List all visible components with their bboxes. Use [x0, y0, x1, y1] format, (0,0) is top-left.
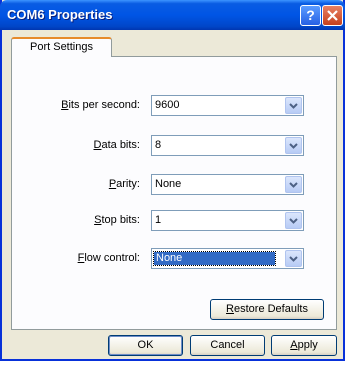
data-bits-label: Data bits:: [93, 139, 140, 151]
parity-label: Parity:: [108, 178, 140, 190]
tab-label: Port Settings: [30, 41, 93, 53]
parity-value: None: [155, 178, 182, 190]
stop-bits-dropdown-button[interactable]: [285, 212, 302, 229]
flow-control-label: Flow control:: [77, 252, 140, 264]
help-icon: ?: [306, 7, 315, 23]
cancel-button[interactable]: Cancel: [190, 335, 265, 356]
stop-bits-label: Stop bits:: [94, 214, 140, 226]
parity-select[interactable]: None: [151, 174, 304, 195]
chevron-down-icon: [289, 143, 298, 149]
flow-control-dropdown-button[interactable]: [285, 250, 302, 267]
title-bar[interactable]: COM6 Properties ?: [0, 0, 345, 30]
stop-bits-value: 1: [155, 214, 162, 226]
properties-dialog: COM6 Properties ? Port Settings Bits per…: [0, 0, 345, 361]
apply-button[interactable]: Apply: [271, 335, 337, 356]
chevron-down-icon: [289, 218, 298, 224]
data-bits-select[interactable]: 8: [151, 135, 304, 156]
restore-defaults-button[interactable]: Restore Defaults: [210, 299, 324, 320]
bits-per-second-value: 9600: [155, 99, 180, 111]
chevron-down-icon: [289, 256, 298, 262]
data-bits-value: 8: [155, 139, 162, 151]
flow-control-value: None: [153, 251, 276, 266]
chevron-down-icon: [289, 103, 298, 109]
parity-dropdown-button[interactable]: [285, 176, 302, 193]
data-bits-dropdown-button[interactable]: [285, 137, 302, 154]
bits-per-second-label: Bits per second:: [61, 99, 140, 111]
stop-bits-select[interactable]: 1: [151, 210, 304, 231]
bits-per-second-dropdown-button[interactable]: [285, 97, 302, 114]
help-button[interactable]: ?: [300, 5, 321, 26]
port-settings-panel: Bits per second: 9600 Data bits: 8 Parit…: [11, 56, 337, 330]
ok-button[interactable]: OK: [108, 335, 183, 356]
tab-port-settings[interactable]: Port Settings: [11, 37, 112, 57]
window-title: COM6 Properties: [7, 7, 113, 22]
close-button[interactable]: [322, 5, 343, 26]
close-icon: [327, 10, 338, 21]
chevron-down-icon: [289, 182, 298, 188]
bits-per-second-select[interactable]: 9600: [151, 95, 304, 116]
flow-control-select[interactable]: None: [151, 248, 304, 269]
